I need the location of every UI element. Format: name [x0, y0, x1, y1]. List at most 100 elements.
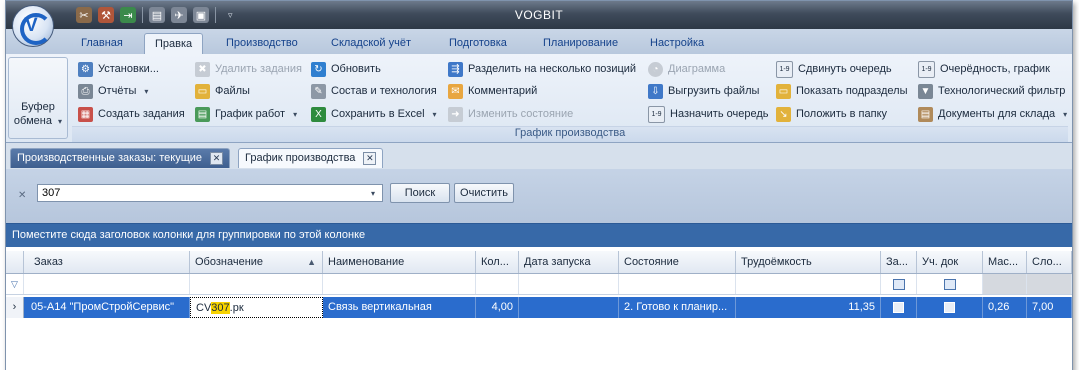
doc-tab-production-schedule[interactable]: График производства ✕: [238, 148, 384, 168]
files-button[interactable]: ▭ Файлы: [195, 81, 250, 101]
column-header-uch-dok[interactable]: Уч. док: [917, 251, 983, 273]
comment-button[interactable]: ✉ Комментарий: [448, 81, 537, 101]
header-indicator: [6, 251, 24, 273]
chevron-down-icon: ▾: [432, 109, 437, 119]
filter-cell-zakaz[interactable]: [24, 274, 190, 294]
filter-cell-naimenovanie[interactable]: [323, 274, 476, 294]
assign-queue-button[interactable]: 1-9 Назначить очередь: [648, 104, 769, 124]
folder-arrow-icon: ↘: [776, 106, 791, 122]
cell-naimenovanie[interactable]: Связь вертикальная: [323, 297, 476, 318]
filter-cell-za[interactable]: [881, 274, 917, 294]
cell-trudoemkost[interactable]: 11,35: [736, 297, 881, 318]
row-indicator-icon: ›: [6, 297, 24, 318]
pie-chart-icon: ◔: [648, 61, 663, 77]
reports-button[interactable]: ⎙ Отчёты ▾: [78, 81, 148, 101]
clipboard-button[interactable]: Буфер обмена ▾: [8, 57, 68, 139]
app-menu-logo-icon[interactable]: V: [12, 5, 54, 47]
filter-cell-data-zapuska[interactable]: [519, 274, 619, 294]
chevron-down-icon[interactable]: ▾: [371, 189, 375, 198]
close-icon[interactable]: ✕: [210, 152, 224, 165]
tab-podgotovka[interactable]: Подготовка: [439, 33, 517, 53]
tab-pravka[interactable]: Правка: [144, 33, 204, 54]
tab-glavnaya[interactable]: Главная: [71, 33, 133, 53]
clear-button[interactable]: Очистить: [454, 183, 514, 203]
change-state-button[interactable]: ➜ Изменить состояние: [448, 104, 573, 124]
cell-zakaz[interactable]: 05-А14 "ПромСтройСервис": [24, 297, 190, 318]
queue-shift-icon: 1-9: [776, 60, 793, 78]
settings-icon: ⚙: [78, 61, 93, 77]
warehouse-docs-button[interactable]: ▤ Документы для склада ▾: [918, 104, 1067, 124]
cell-sostoyanie[interactable]: 2. Готово к планир...: [619, 297, 736, 318]
split-positions-button[interactable]: ⇶ Разделить на несколько позиций: [448, 59, 636, 79]
document-tabs: Производственные заказы: текущие ✕ Графи…: [6, 143, 1072, 170]
filter-cell-sostoyanie[interactable]: [619, 274, 736, 294]
checkbox-icon: [944, 301, 955, 313]
refresh-icon: ↻: [311, 61, 326, 77]
grid-header: Заказ Обозначение ▲ Наименование Кол... Д…: [6, 251, 1072, 274]
save-excel-button[interactable]: X Сохранить в Excel ▾: [311, 104, 437, 124]
folder-icon: ▭: [195, 83, 210, 99]
filter-cell-kol[interactable]: [476, 274, 519, 294]
column-header-mas[interactable]: Мас...: [983, 251, 1027, 273]
tab-proizvodstvo[interactable]: Производство: [216, 33, 308, 53]
gantt-icon: ▤: [195, 106, 210, 122]
column-header-data-zapuska[interactable]: Дата запуска: [519, 251, 619, 273]
filter-checkbox-icon: [892, 279, 905, 290]
tab-nastroyka[interactable]: Настройка: [640, 33, 714, 53]
search-input[interactable]: [37, 184, 383, 202]
chevron-down-icon: ▾: [144, 86, 149, 96]
close-find-panel-icon[interactable]: ✕: [18, 190, 26, 201]
create-tasks-button[interactable]: ▦ Создать задания: [78, 104, 185, 124]
cell-oboznachenie[interactable]: CV307.рк: [190, 297, 323, 318]
chevron-down-icon: ▾: [293, 109, 298, 119]
clipboard-label: Буфер обмена ▾: [13, 101, 63, 127]
group-by-panel[interactable]: Поместите сюда заголовок колонки для гру…: [6, 224, 1072, 247]
excel-icon: X: [311, 106, 326, 122]
column-header-za[interactable]: За...: [881, 251, 917, 273]
cell-uch-dok-checkbox[interactable]: [917, 297, 983, 318]
ribbon-tabs: Главная Правка Производство Складской уч…: [6, 29, 1072, 55]
calendar-icon: ▦: [78, 106, 93, 122]
cell-slo[interactable]: 7,00: [1027, 297, 1072, 318]
filter-cell-oboznachenie[interactable]: [190, 274, 323, 294]
tab-planirovanie[interactable]: Планирование: [533, 33, 628, 53]
app-window: ✂ ⚒ ⇥ ▤ ✈ ▣ ▿ VOGBIT V Главная Правка Пр…: [5, 0, 1073, 372]
column-header-oboznachenie[interactable]: Обозначение ▲: [190, 251, 323, 273]
order-schedule-button[interactable]: 1-9 Очерёдность, график: [918, 59, 1050, 79]
work-schedule-button[interactable]: ▤ График работ ▾: [195, 104, 297, 124]
wrench-icon: ✎: [311, 83, 326, 99]
tech-filter-button[interactable]: ▼ Технологический фильтр: [918, 81, 1065, 101]
column-header-kol[interactable]: Кол...: [476, 251, 519, 273]
settings-button[interactable]: ⚙ Установки...: [78, 59, 159, 79]
tab-skladskoy-uchet[interactable]: Складской учёт: [321, 33, 421, 53]
refresh-button[interactable]: ↻ Обновить: [311, 59, 381, 79]
search-match-highlight: 307: [211, 302, 230, 314]
filter-cell-slo: [1027, 274, 1072, 294]
column-header-slo[interactable]: Сло...: [1027, 251, 1072, 273]
put-in-folder-button[interactable]: ↘ Положить в папку: [776, 104, 887, 124]
split-icon: ⇶: [448, 61, 463, 77]
shift-queue-button[interactable]: 1-9 Сдвинуть очередь: [776, 59, 892, 79]
composition-tech-button[interactable]: ✎ Состав и технология: [311, 81, 437, 101]
column-header-zakaz[interactable]: Заказ: [24, 251, 190, 273]
filter-cell-trudoemkost[interactable]: [736, 274, 881, 294]
table-row[interactable]: › 05-А14 "ПромСтройСервис" CV307.рк Связ…: [6, 297, 1072, 318]
ribbon-panel: Буфер обмена ▾ ⚙ Установки... ⎙ Отчёты ▾ ▦ С…: [6, 54, 1072, 143]
cell-za-checkbox[interactable]: [881, 297, 917, 318]
search-button[interactable]: Поиск: [390, 183, 450, 203]
delete-tasks-button[interactable]: ✖ Удалить задания: [195, 59, 302, 79]
show-subsections-button[interactable]: ▭ Показать подразделы: [776, 81, 907, 101]
export-files-button[interactable]: ⇩ Выгрузить файлы: [648, 81, 759, 101]
column-header-naimenovanie[interactable]: Наименование: [323, 251, 476, 273]
column-header-trudoemkost[interactable]: Трудоёмкость: [736, 251, 881, 273]
column-header-sostoyanie[interactable]: Состояние: [619, 251, 736, 273]
close-icon[interactable]: ✕: [363, 152, 377, 165]
ribbon-group-caption: График производства: [72, 126, 1068, 142]
cell-mas[interactable]: 0,26: [983, 297, 1027, 318]
cell-kol[interactable]: 4,00: [476, 297, 519, 318]
checkbox-icon: [893, 301, 904, 313]
filter-cell-uch-dok[interactable]: [917, 274, 983, 294]
doc-tab-production-orders[interactable]: Производственные заказы: текущие ✕: [10, 148, 231, 168]
cell-data-zapuska[interactable]: [519, 297, 619, 318]
diagram-button[interactable]: ◔ Диаграмма: [648, 59, 725, 79]
